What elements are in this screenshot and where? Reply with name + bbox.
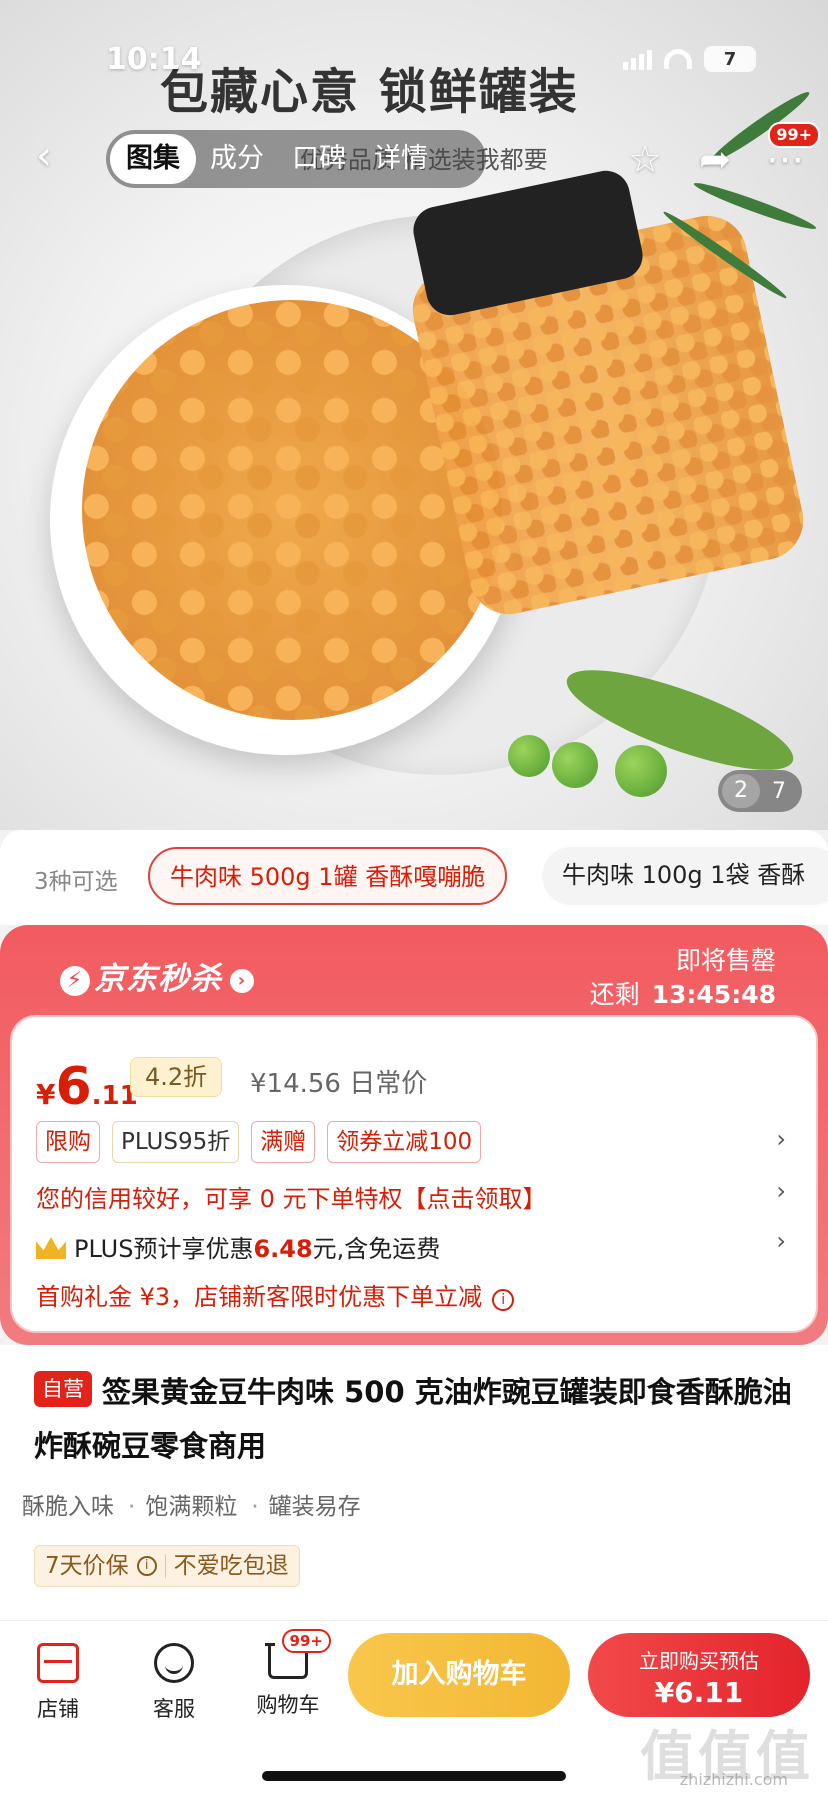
share-icon[interactable]: ➦ [694,138,736,180]
plus-offer[interactable]: PLUS预计享优惠6.48元,含免运费 [36,1229,440,1264]
new-customer-gift: 首购礼金 ¥3，店铺新客限时优惠下单立减 i [36,1277,515,1312]
lightning-icon: ⚡ [60,966,90,996]
price-card: ¥6.11 4.2折 ¥14.56 日常价 限购 PLUS95折 满赠 领券立减… [10,1015,818,1333]
customer-service-icon [154,1643,194,1683]
countdown-label: 还剩 [589,980,640,1009]
cart-icon: 99+ [265,1629,331,1679]
price-currency: ¥ [36,1078,56,1111]
customer-service-label: 客服 [153,1697,195,1721]
product-title: 签果黄金豆牛肉味 500 克油炸豌豆罐装即食香酥脆油炸酥碗豆零食商用 [34,1375,792,1463]
tab-details[interactable]: 详情 [360,134,442,184]
cart-button[interactable]: 99+ 购物车 [248,1629,331,1719]
back-icon[interactable]: ‹ [36,136,70,178]
variant-option[interactable]: 牛肉味 100g 1袋 香酥 [542,847,828,905]
price-protect-label: 7天价保 [45,1553,129,1579]
discount-tag: 4.2折 [130,1057,223,1097]
product-info: 自营 签果黄金豆牛肉味 500 克油炸豌豆罐装即食香酥脆油炸酥碗豆零食商用 酥脆… [0,1345,828,1620]
hero-title: 包藏心意 锁鲜罐装 [160,64,579,120]
cart-badge: 99+ [281,1629,331,1653]
more-badge: 99+ [768,122,820,148]
promo-tag: PLUS95折 [112,1121,240,1163]
chevron-right-icon[interactable]: › [776,1227,786,1255]
tab-gallery[interactable]: 图集 [110,134,196,184]
home-indicator[interactable] [262,1771,566,1781]
watermark-url: zhizhizhi.com [679,1770,788,1789]
product-page: 包藏心意 锁鲜罐装 优秀品质 精选装我都要 2 7 10:14 7 ‹ 图集 成… [0,0,828,1796]
crown-icon [36,1237,66,1259]
buy-now-button[interactable]: 立即购买预估 ¥6.11 [588,1633,810,1717]
info-icon[interactable]: i [136,1556,157,1576]
tab-reviews[interactable]: 口碑 [278,134,360,184]
battery-icon: 7 [704,46,756,72]
return-guarantee-label: 不爱吃包退 [173,1553,289,1579]
info-icon[interactable]: i [492,1289,515,1311]
chevron-right-icon: › [230,969,254,993]
plus-offer-suffix: 元,含免运费 [312,1235,441,1263]
feature-item: 酥脆入味 [22,1494,114,1520]
gift-text: 首购礼金 ¥3，店铺新客限时优惠下单立减 [36,1283,483,1311]
pea-image [615,745,667,797]
promo-tags[interactable]: 限购 PLUS95折 满赠 领券立减100 [36,1121,482,1163]
promo-tag: 领券立减100 [327,1121,482,1163]
chevron-right-icon[interactable]: › [776,1177,786,1205]
image-counter-total: 7 [772,778,786,804]
shop-label: 店铺 [37,1697,79,1721]
more-icon[interactable]: ⋯ 99+ [764,122,820,180]
variant-count: 3种可选 [34,869,118,895]
image-counter-current: 2 [722,774,760,808]
status-time: 10:14 [106,42,202,77]
divider [164,1554,166,1578]
shop-button[interactable]: 店铺 [18,1643,98,1723]
shop-icon [37,1643,79,1683]
feature-item: 罐装易存 [251,1487,361,1521]
product-image-carousel[interactable]: 包藏心意 锁鲜罐装 优秀品质 精选装我都要 2 7 [0,0,828,830]
countdown-time: 13:45:48 [651,980,776,1009]
sale-price: ¥6.11 [36,1057,138,1117]
original-price: ¥14.56 日常价 [250,1069,428,1099]
buy-now-label: 立即购买预估 [639,1649,759,1673]
tab-ingredients[interactable]: 成分 [196,134,278,184]
pea-image [552,742,598,788]
chevron-right-icon[interactable]: › [776,1125,786,1153]
pea-image [508,735,550,777]
feature-list: 酥脆入味 饱满颗粒 罐装易存 [22,1487,361,1521]
nav-actions: ☆ ➦ ⋯ 99+ [624,122,820,180]
feature-item: 饱满颗粒 [128,1487,237,1521]
variant-selector: 3种可选 牛肉味 500g 1罐 香酥嘎嘣脆 牛肉味 100g 1袋 香酥 [0,830,828,925]
plus-offer-amount: 6.48 [253,1235,313,1263]
flash-sale-header[interactable]: ⚡ 京东秒杀 › 即将售罄 还剩 13:45:48 [0,925,828,1015]
promo-tag: 满赠 [251,1121,316,1163]
flash-sale-panel: ⚡ 京东秒杀 › 即将售罄 还剩 13:45:48 ¥6.11 4.2折 ¥14.56… [0,925,828,1345]
section-tabs: 图集 成分 口碑 详情 [106,130,486,188]
status-icons: 7 [623,46,756,72]
promo-tag: 限购 [36,1121,100,1163]
cart-label: 购物车 [256,1693,320,1717]
flash-sale-brand: 京东秒杀 [94,961,222,997]
credit-offer[interactable]: 您的信用较好，可享 0 元下单特权【点击领取】 [36,1179,547,1214]
wifi-icon [664,49,692,69]
variant-option-selected[interactable]: 牛肉味 500g 1罐 香酥嘎嘣脆 [148,847,508,905]
guarantee-badge[interactable]: 7天价保 i 不爱吃包退 [34,1545,300,1587]
buy-now-price: ¥6.11 [654,1676,744,1709]
sell-out-soon-label: 即将售罄 [675,946,776,975]
customer-service-button[interactable]: 客服 [134,1643,214,1723]
image-counter: 2 7 [718,770,802,812]
countdown: 还剩 13:45:48 [590,975,776,1011]
signal-icon [623,48,652,70]
price-integer: 6 [55,1057,92,1117]
favorite-star-icon[interactable]: ☆ [624,138,666,180]
flash-sale-logo: ⚡ 京东秒杀 › [60,953,254,998]
plus-offer-prefix: PLUS预计享优惠 [74,1235,254,1263]
add-to-cart-button[interactable]: 加入购物车 [348,1633,570,1717]
